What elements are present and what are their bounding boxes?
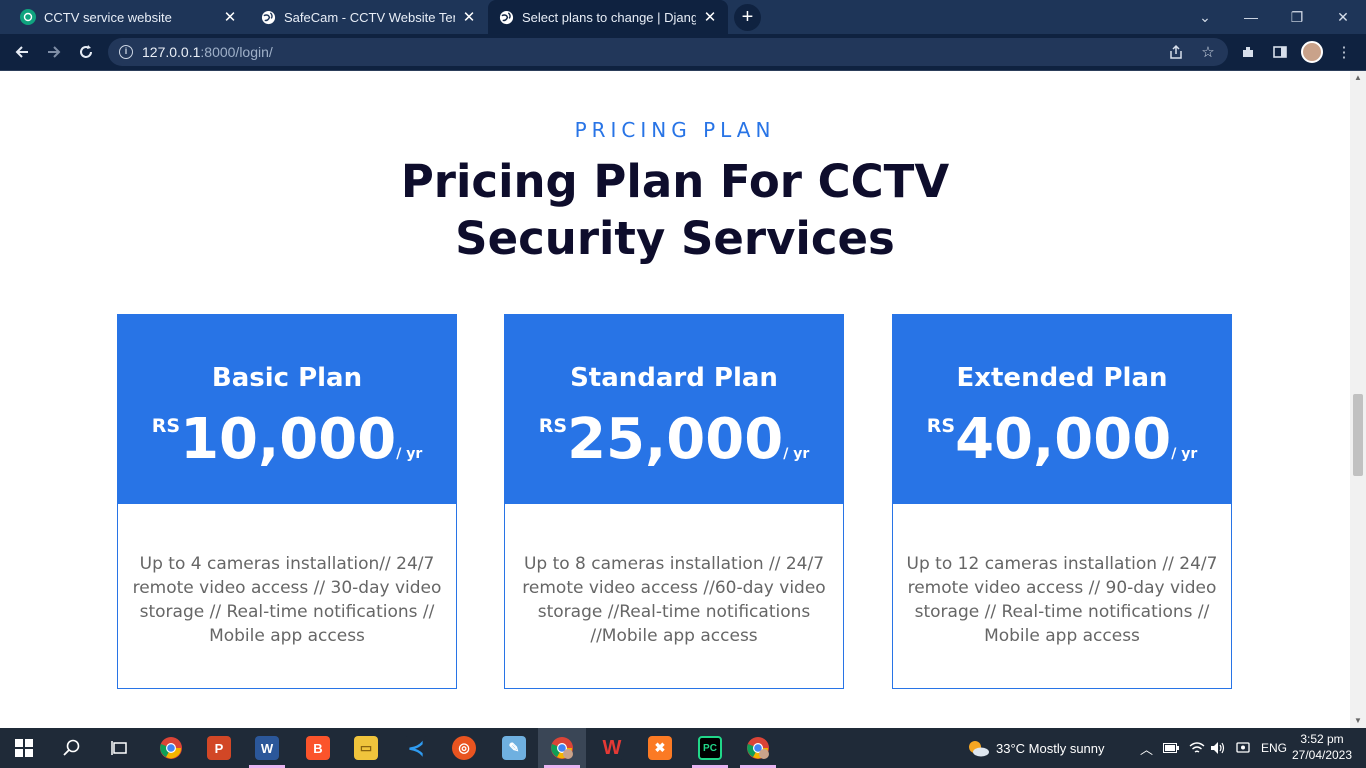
vscode-icon[interactable]: ≺	[392, 728, 440, 768]
plan-name: Extended Plan	[956, 363, 1168, 393]
xampp-icon[interactable]: ✖	[636, 728, 684, 768]
page-scrollbar[interactable]: ▲ ▼	[1350, 71, 1366, 728]
forward-icon[interactable]	[40, 38, 68, 66]
volume-icon[interactable]	[1210, 728, 1226, 768]
chrome-profile-icon[interactable]	[538, 728, 586, 768]
price-currency: RS	[538, 415, 568, 437]
chatgpt-icon	[20, 9, 36, 25]
browser-toolbar: i 127.0.0.1:8000/login/ ☆ ⋮	[0, 34, 1366, 71]
pycharm-icon[interactable]: PC	[686, 728, 734, 768]
share-icon[interactable]	[1162, 38, 1190, 66]
browser-tab-3-active[interactable]: Select plans to change | Django s ✕	[488, 0, 728, 34]
chrome-icon[interactable]	[147, 728, 195, 768]
reload-icon[interactable]	[72, 38, 100, 66]
windows-start-icon[interactable]	[0, 728, 48, 768]
windows-taskbar: P W B ▭ ≺ ◎ ✎ W ✖ PC 33°C Mostly sunny ︿…	[0, 728, 1366, 768]
language-indicator[interactable]: ENG	[1261, 728, 1287, 768]
price-amount: 25,000	[567, 407, 784, 472]
plan-name: Standard Plan	[570, 363, 778, 393]
plan-name: Basic Plan	[211, 363, 363, 393]
wps-office-icon[interactable]: W	[588, 728, 636, 768]
price-period: / yr	[1171, 446, 1198, 462]
tab-title: Select plans to change | Django s	[522, 9, 696, 25]
battery-icon[interactable]	[1163, 728, 1179, 768]
site-info-icon[interactable]: i	[119, 45, 133, 59]
task-view-icon[interactable]	[96, 728, 144, 768]
scroll-down-arrow-icon[interactable]: ▼	[1350, 714, 1366, 728]
price-currency: RS	[151, 415, 181, 437]
pricing-card-basic[interactable]: Basic Plan RS10,000/ yr Up to 4 cameras …	[117, 314, 457, 689]
camera-privacy-icon[interactable]	[1236, 728, 1250, 768]
file-explorer-icon[interactable]: ▭	[342, 728, 390, 768]
close-tab-icon[interactable]: ✕	[222, 8, 238, 26]
restore-icon[interactable]: ❐	[1274, 0, 1320, 34]
browser-tab-bar: CCTV service website ✕ SafeCam - CCTV We…	[0, 0, 1366, 34]
heading-line-2: Security Services	[455, 212, 895, 265]
price-currency: RS	[926, 415, 956, 437]
pricing-card-standard[interactable]: Standard Plan RS25,000/ yr Up to 8 camer…	[504, 314, 844, 689]
ubuntu-icon[interactable]: ◎	[440, 728, 488, 768]
globe-icon	[260, 9, 276, 25]
weather-text: 33°C Mostly sunny	[996, 740, 1105, 756]
minimize-icon[interactable]: —	[1228, 0, 1274, 34]
web-page: PRICING PLAN Pricing Plan For CCTV Secur…	[0, 71, 1350, 728]
close-tab-icon[interactable]: ✕	[702, 8, 718, 26]
url-text: 127.0.0.1:8000/login/	[142, 44, 273, 60]
tab-search-icon[interactable]: ⌄	[1182, 0, 1228, 34]
plan-price: RS40,000/ yr	[893, 407, 1231, 473]
profile-avatar[interactable]	[1301, 41, 1323, 63]
plan-price: RS10,000/ yr	[118, 407, 456, 473]
tab-title: SafeCam - CCTV Website Templat	[284, 9, 455, 25]
weather-sun-icon	[969, 741, 989, 757]
powerpoint-icon[interactable]: P	[195, 728, 243, 768]
scrollbar-thumb[interactable]	[1353, 394, 1363, 476]
plan-description: Up to 12 cameras installation // 24/7 re…	[906, 554, 1218, 646]
scroll-up-arrow-icon[interactable]: ▲	[1350, 71, 1366, 85]
heading-line-1: Pricing Plan For CCTV	[400, 155, 950, 208]
word-icon[interactable]: W	[243, 728, 291, 768]
taskbar-clock[interactable]: 3:52 pm 27/04/2023	[1290, 731, 1354, 763]
globe-icon	[498, 9, 514, 25]
brave-browser-icon[interactable]: B	[294, 728, 342, 768]
address-bar[interactable]: i 127.0.0.1:8000/login/	[108, 38, 1228, 66]
window-close-icon[interactable]: ✕	[1320, 0, 1366, 34]
clock-date: 27/04/2023	[1291, 748, 1353, 762]
back-icon[interactable]	[8, 38, 36, 66]
price-amount: 10,000	[180, 407, 397, 472]
price-period: / yr	[396, 446, 423, 462]
side-panel-icon[interactable]	[1266, 38, 1294, 66]
chrome-profile-2-icon[interactable]	[734, 728, 782, 768]
browser-tab-2[interactable]: SafeCam - CCTV Website Templat ✕	[250, 0, 487, 34]
show-hidden-icons-icon[interactable]: ︿	[1140, 728, 1153, 768]
plan-price: RS25,000/ yr	[505, 407, 843, 473]
plan-description: Up to 4 cameras installation// 24/7 remo…	[132, 554, 442, 646]
wifi-icon[interactable]	[1189, 728, 1205, 768]
notepad-icon[interactable]: ✎	[490, 728, 538, 768]
tab-title: CCTV service website	[44, 9, 172, 25]
pricing-card-header: Extended Plan RS40,000/ yr	[893, 315, 1231, 504]
section-heading: Pricing Plan For CCTV Security Services	[375, 153, 975, 267]
search-icon[interactable]	[48, 728, 96, 768]
browser-tab-1[interactable]: CCTV service website ✕	[10, 0, 248, 34]
price-period: / yr	[783, 446, 810, 462]
section-eyebrow: PRICING PLAN	[574, 118, 776, 142]
pricing-card-extended[interactable]: Extended Plan RS40,000/ yr Up to 12 came…	[892, 314, 1232, 689]
close-tab-icon[interactable]: ✕	[461, 8, 477, 26]
plan-description: Up to 8 cameras installation // 24/7 rem…	[522, 554, 826, 646]
price-amount: 40,000	[955, 407, 1172, 472]
weather-widget[interactable]: 33°C Mostly sunny	[966, 728, 1105, 768]
bookmark-star-icon[interactable]: ☆	[1194, 38, 1222, 66]
new-tab-button[interactable]: +	[734, 4, 761, 31]
extensions-icon[interactable]	[1234, 38, 1262, 66]
pricing-card-header: Basic Plan RS10,000/ yr	[118, 315, 456, 504]
browser-menu-icon[interactable]: ⋮	[1330, 38, 1358, 66]
pricing-card-header: Standard Plan RS25,000/ yr	[505, 315, 843, 504]
clock-time: 3:52 pm	[1300, 732, 1344, 746]
